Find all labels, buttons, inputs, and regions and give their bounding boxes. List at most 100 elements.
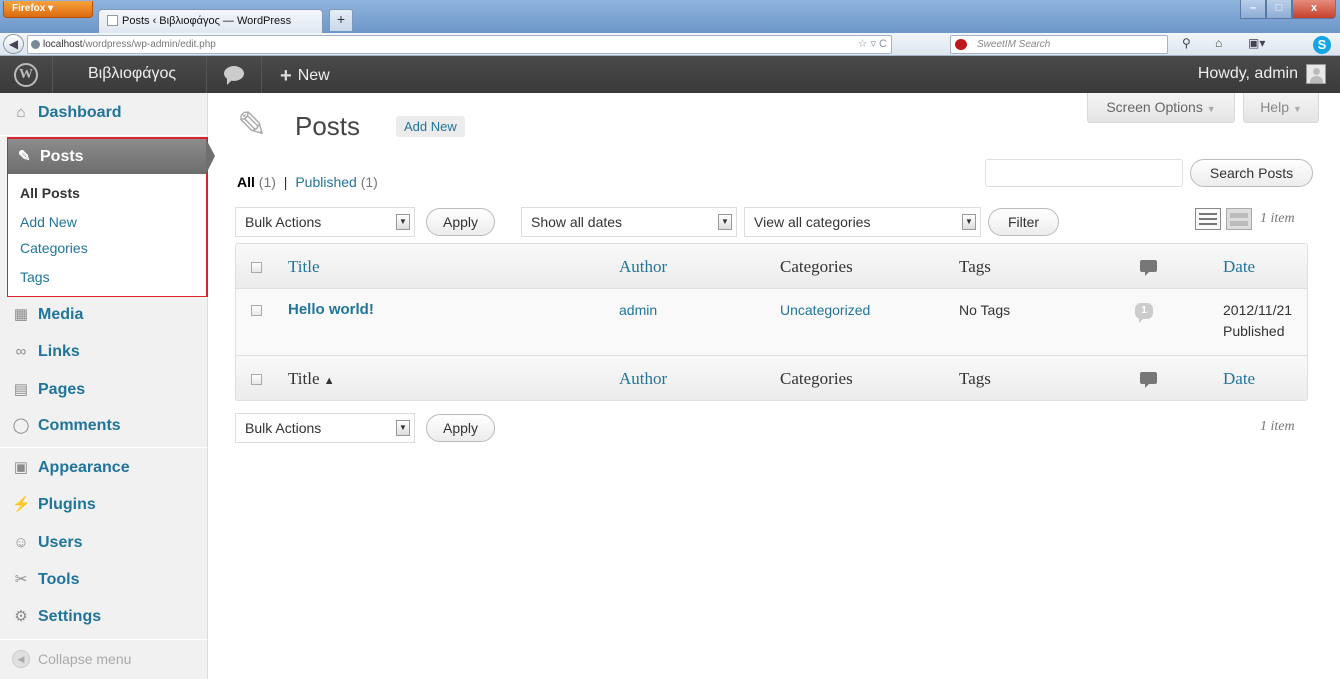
menu-comments[interactable]: ◯ Comments xyxy=(0,408,207,444)
submenu-add-new[interactable]: Add New xyxy=(20,214,77,230)
link-icon: ∞ xyxy=(15,343,27,360)
bookmark-star-icon[interactable]: ☆ ▿ C xyxy=(858,36,887,53)
browser-nav-bar: ◀ localhost/wordpress/wp-admin/edit.php … xyxy=(0,33,1340,56)
minimize-icon[interactable]: – xyxy=(1240,0,1266,19)
window-controls: – □ x xyxy=(1240,0,1336,19)
date-filter-select[interactable]: Show all dates ▼ xyxy=(521,207,737,237)
howdy-user-menu[interactable]: Howdy, admin xyxy=(1198,65,1298,83)
submenu-categories[interactable]: Categories xyxy=(20,240,88,256)
excerpt-view-icon[interactable] xyxy=(1226,208,1252,230)
menu-settings[interactable]: ⚙ Settings xyxy=(0,599,207,635)
menu-links[interactable]: ∞ Links xyxy=(0,334,207,370)
chevron-down-icon: ▼ xyxy=(1292,104,1302,114)
column-author-footer[interactable]: Author xyxy=(619,369,667,389)
maximize-icon[interactable]: □ xyxy=(1266,0,1292,19)
main-content: Screen Options ▼ Help ▼ ✎ Posts Add New … xyxy=(209,93,1340,679)
category-filter-select[interactable]: View all categories ▼ xyxy=(744,207,981,237)
menu-pages[interactable]: ▤ Pages xyxy=(0,372,207,408)
search-icon[interactable]: ⚲ xyxy=(1182,36,1191,50)
address-bar[interactable]: localhost/wordpress/wp-admin/edit.php ☆ … xyxy=(27,35,892,54)
filter-all-link[interactable]: All xyxy=(237,174,255,190)
tools-icon: ✂ xyxy=(14,571,28,588)
column-title-header[interactable]: Title xyxy=(288,257,320,277)
close-icon[interactable]: x xyxy=(1292,0,1336,19)
category-filter-value: View all categories xyxy=(754,214,871,230)
search-posts-button[interactable]: Search Posts xyxy=(1190,159,1313,187)
apply-button-bottom[interactable]: Apply xyxy=(426,414,495,442)
menu-label: Pages xyxy=(38,381,86,398)
plus-icon: + xyxy=(280,65,292,87)
divider xyxy=(206,56,207,93)
column-tags-header: Tags xyxy=(959,257,991,276)
submenu-all-posts[interactable]: All Posts xyxy=(20,185,80,201)
collapse-menu-button[interactable]: ◀ Collapse menu xyxy=(12,650,132,668)
menu-appearance[interactable]: ▣ Appearance xyxy=(0,450,207,486)
help-button[interactable]: Help ▼ xyxy=(1243,93,1319,123)
add-new-button[interactable]: Add New xyxy=(396,116,465,137)
post-category-link[interactable]: Uncategorized xyxy=(780,302,870,318)
collapse-label: Collapse menu xyxy=(38,651,132,667)
menu-separator xyxy=(0,447,207,448)
menu-dashboard[interactable]: ⌂ Dashboard xyxy=(0,95,207,131)
avatar[interactable] xyxy=(1306,64,1326,84)
post-author-link[interactable]: admin xyxy=(619,302,657,318)
column-date-footer[interactable]: Date xyxy=(1223,369,1255,389)
post-date: 2012/11/21 xyxy=(1223,302,1293,318)
comment-icon: ◯ xyxy=(12,417,30,434)
new-content-menu[interactable]: + New xyxy=(280,65,330,88)
row-checkbox[interactable] xyxy=(251,305,262,316)
tab-title: Posts ‹ Βιβλιοφάγος — WordPress xyxy=(122,15,292,27)
menu-separator xyxy=(0,639,207,640)
dropdown-arrow-icon: ▼ xyxy=(396,420,410,436)
filter-published-count: (1) xyxy=(360,174,378,190)
firefox-menu-button[interactable]: Firefox ▾ xyxy=(3,1,93,18)
column-categories-header: Categories xyxy=(780,257,853,276)
comment-column-icon[interactable] xyxy=(1140,372,1157,388)
sort-arrow-icon: ▲ xyxy=(323,375,335,387)
browser-tab-bar: Firefox ▾ Posts ‹ Βιβλιοφάγος — WordPres… xyxy=(0,0,1340,33)
list-view-icon[interactable] xyxy=(1195,208,1221,230)
menu-label: Users xyxy=(38,534,83,551)
browser-toolbar: ⚲ ⌂ ▣▾ S xyxy=(1180,35,1335,54)
bulk-actions-select-top[interactable]: Bulk Actions ▼ xyxy=(235,207,415,237)
new-tab-button[interactable]: + xyxy=(329,9,353,31)
post-tags: No Tags xyxy=(959,302,1011,318)
home-icon[interactable]: ⌂ xyxy=(1215,36,1222,50)
select-all-checkbox[interactable] xyxy=(251,262,262,273)
list-line xyxy=(1199,213,1217,215)
filter-published-link[interactable]: Published xyxy=(295,174,357,190)
menu-label: Appearance xyxy=(38,459,130,476)
comment-column-icon[interactable] xyxy=(1140,260,1157,276)
menu-tools[interactable]: ✂ Tools xyxy=(0,562,207,598)
items-count-bottom: 1 item xyxy=(1260,419,1295,434)
search-placeholder: SweetIM Search xyxy=(977,39,1051,50)
column-author-header[interactable]: Author xyxy=(619,257,667,277)
back-arrow-icon[interactable]: ◀ xyxy=(3,34,24,54)
menu-plugins[interactable]: ⚡ Plugins xyxy=(0,487,207,523)
menu-users[interactable]: ☺ Users xyxy=(0,525,207,561)
skype-icon[interactable]: S xyxy=(1313,36,1331,54)
select-all-checkbox-footer[interactable] xyxy=(251,374,262,385)
page-icon xyxy=(107,15,118,26)
menu-media[interactable]: ▦ Media xyxy=(0,297,207,333)
submenu-tags[interactable]: Tags xyxy=(20,269,50,285)
browser-search-box[interactable]: SweetIM Search xyxy=(950,35,1168,54)
site-name-link[interactable]: Βιβλιοφάγος xyxy=(88,65,176,83)
wordpress-logo-icon[interactable]: W xyxy=(14,63,38,87)
items-count-top: 1 item xyxy=(1260,211,1295,226)
menu-posts[interactable]: ✎ Posts xyxy=(8,139,206,174)
filter-button[interactable]: Filter xyxy=(988,208,1059,236)
comment-count-badge[interactable]: 1 xyxy=(1135,303,1153,323)
list-line xyxy=(1199,223,1217,225)
comments-icon[interactable] xyxy=(224,66,244,85)
column-title-footer[interactable]: Title ▲ xyxy=(288,369,335,389)
addon-icon[interactable]: ▣▾ xyxy=(1248,36,1265,50)
column-date-header[interactable]: Date xyxy=(1223,257,1255,277)
search-input[interactable] xyxy=(985,159,1183,187)
post-title-link[interactable]: Hello world! xyxy=(288,301,374,318)
screen-options-button[interactable]: Screen Options ▼ xyxy=(1087,93,1235,123)
bulk-actions-select-bottom[interactable]: Bulk Actions ▼ xyxy=(235,413,415,443)
menu-label: Links xyxy=(38,343,80,360)
apply-button-top[interactable]: Apply xyxy=(426,208,495,236)
browser-tab[interactable]: Posts ‹ Βιβλιοφάγος — WordPress xyxy=(98,9,323,33)
